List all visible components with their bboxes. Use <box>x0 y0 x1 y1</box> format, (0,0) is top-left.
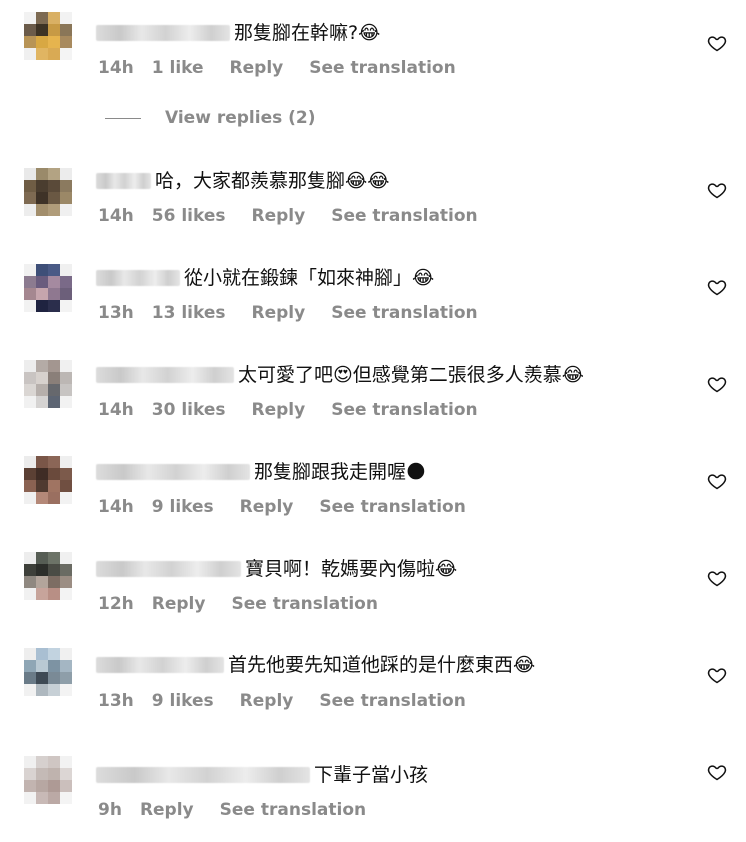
username-blurred[interactable] <box>96 270 180 286</box>
avatar[interactable] <box>24 264 72 312</box>
like-count[interactable]: 56 likes <box>152 206 226 226</box>
reply-button[interactable]: Reply <box>252 303 306 323</box>
avatar[interactable] <box>24 12 72 60</box>
comment-text: 太可愛了吧😍但感覺第二張很多人羨慕😂 <box>238 364 585 386</box>
avatar[interactable] <box>24 456 72 504</box>
view-replies-button[interactable]: View replies (2) <box>165 108 316 128</box>
username-blurred[interactable] <box>96 25 230 41</box>
username-blurred[interactable] <box>96 561 241 577</box>
heart-outline-icon[interactable] <box>707 180 727 200</box>
heart-outline-icon[interactable] <box>707 374 727 394</box>
see-translation-button[interactable]: See translation <box>319 691 465 711</box>
reply-button[interactable]: Reply <box>240 497 294 517</box>
comment-time: 14h <box>98 206 134 226</box>
comment-text: 從小就在鍛鍊「如來神腳」😂 <box>184 267 435 289</box>
view-replies[interactable]: View replies (2) <box>105 108 316 128</box>
comment-time: 14h <box>98 58 134 78</box>
username-blurred[interactable] <box>96 173 151 189</box>
username-blurred[interactable] <box>96 767 310 783</box>
comment-text: 那隻腳跟我走開喔🌑 <box>254 461 426 483</box>
comment-time: 13h <box>98 691 134 711</box>
avatar[interactable] <box>24 756 72 804</box>
comment-text: 首先他要先知道他踩的是什麼東西😂 <box>228 654 536 676</box>
heart-outline-icon[interactable] <box>707 33 727 53</box>
username-blurred[interactable] <box>96 464 250 480</box>
comment-time: 13h <box>98 303 134 323</box>
avatar[interactable] <box>24 552 72 600</box>
see-translation-button[interactable]: See translation <box>319 497 465 517</box>
see-translation-button[interactable]: See translation <box>231 594 377 614</box>
reply-button[interactable]: Reply <box>140 800 194 820</box>
reply-button[interactable]: Reply <box>240 691 294 711</box>
see-translation-button[interactable]: See translation <box>309 58 455 78</box>
reply-button[interactable]: Reply <box>152 594 206 614</box>
avatar[interactable] <box>24 168 72 216</box>
heart-outline-icon[interactable] <box>707 762 727 782</box>
username-blurred[interactable] <box>96 657 224 673</box>
avatar[interactable] <box>24 360 72 408</box>
divider-line <box>105 117 141 119</box>
see-translation-button[interactable]: See translation <box>220 800 366 820</box>
comment-text: 寶貝啊！乾媽要內傷啦😂 <box>245 558 458 580</box>
heart-outline-icon[interactable] <box>707 568 727 588</box>
comment-text: 那隻腳在幹嘛?😂 <box>234 22 381 44</box>
comment-text: 下輩子當小孩 <box>314 764 429 786</box>
comment-time: 9h <box>98 800 122 820</box>
heart-outline-icon[interactable] <box>707 665 727 685</box>
reply-button[interactable]: Reply <box>252 400 306 420</box>
avatar[interactable] <box>24 648 72 696</box>
like-count[interactable]: 13 likes <box>152 303 226 323</box>
username-blurred[interactable] <box>96 367 234 383</box>
heart-outline-icon[interactable] <box>707 471 727 491</box>
reply-button[interactable]: Reply <box>252 206 306 226</box>
see-translation-button[interactable]: See translation <box>331 206 477 226</box>
comment-time: 14h <box>98 400 134 420</box>
comment-time: 12h <box>98 594 134 614</box>
reply-button[interactable]: Reply <box>230 58 284 78</box>
heart-outline-icon[interactable] <box>707 277 727 297</box>
like-count[interactable]: 9 likes <box>152 691 214 711</box>
comment-text: 哈，大家都羨慕那隻腳😂😂 <box>155 170 390 192</box>
like-count[interactable]: 30 likes <box>152 400 226 420</box>
see-translation-button[interactable]: See translation <box>331 303 477 323</box>
see-translation-button[interactable]: See translation <box>331 400 477 420</box>
comment-time: 14h <box>98 497 134 517</box>
like-count[interactable]: 1 like <box>152 58 204 78</box>
like-count[interactable]: 9 likes <box>152 497 214 517</box>
